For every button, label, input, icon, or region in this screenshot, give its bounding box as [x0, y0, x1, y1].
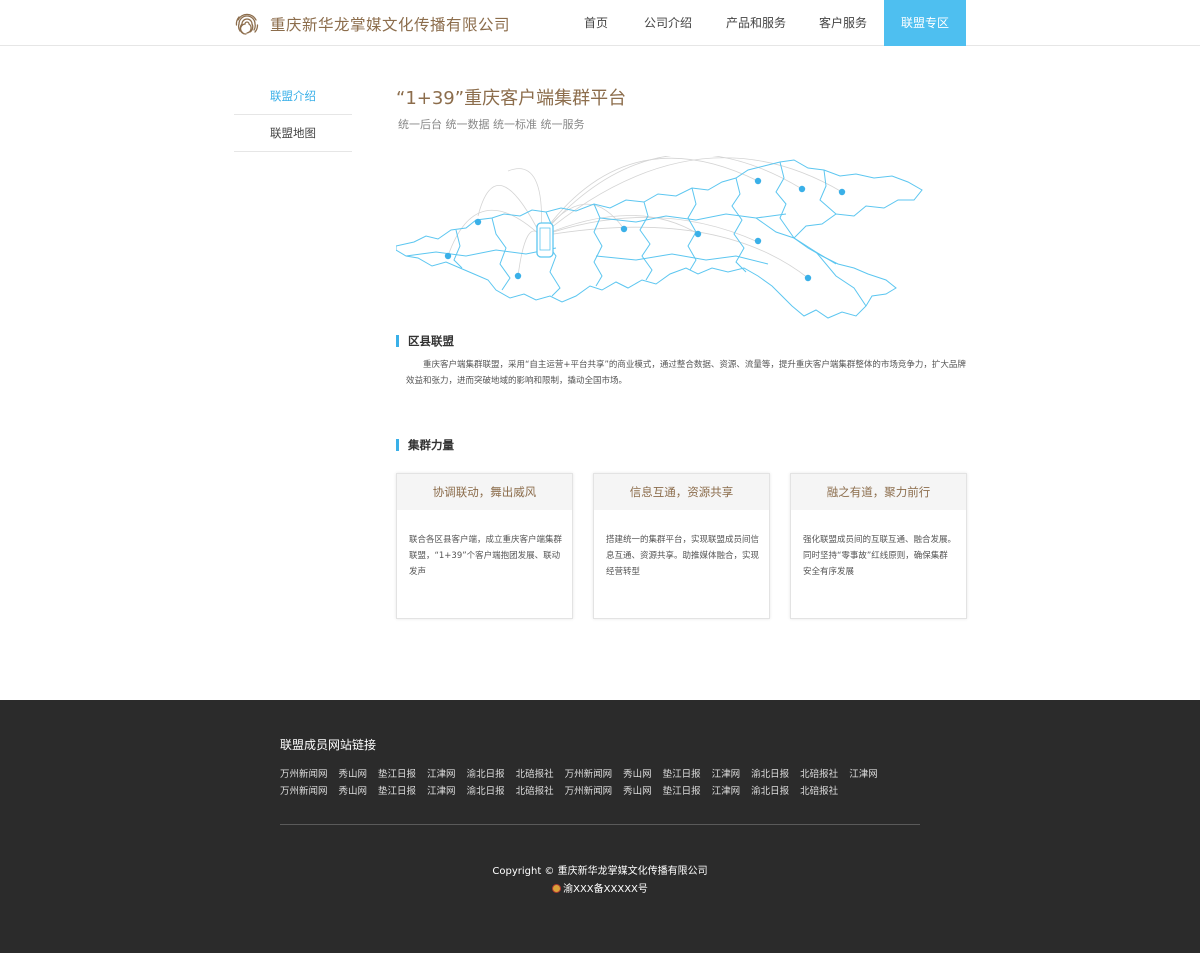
nav-products-services[interactable]: 产品和服务 — [710, 0, 802, 46]
feature-card: 协调联动，舞出威风 联合各区县客户端，成立重庆客户端集群联盟，“1+39”个客户… — [396, 473, 573, 619]
site-footer: 联盟成员网站链接 万州新闻网 秀山网 垫江日报 江津网 渝北日报 北碚报社 万州… — [0, 700, 1200, 953]
footer-divider — [280, 824, 920, 825]
member-link[interactable]: 江津网 — [849, 766, 878, 780]
icp-number: 渝XXX备XXXXX号 — [563, 884, 648, 895]
member-link[interactable]: 北碚报社 — [516, 766, 554, 780]
member-link[interactable]: 秀山网 — [339, 766, 368, 780]
member-link[interactable]: 万州新闻网 — [280, 766, 328, 780]
member-link[interactable]: 渝北日报 — [467, 783, 505, 797]
member-links-row-1: 万州新闻网 秀山网 垫江日报 江津网 渝北日报 北碚报社 万州新闻网 秀山网 垫… — [280, 766, 889, 780]
nav-alliance-zone[interactable]: 联盟专区 — [884, 0, 966, 46]
card-title: 信息互通，资源共享 — [594, 474, 769, 510]
police-badge-icon — [552, 884, 562, 893]
section-title: 集群力量 — [408, 438, 454, 452]
section-district-alliance-heading: 区县联盟 — [396, 334, 454, 348]
member-link[interactable]: 万州新闻网 — [280, 783, 328, 797]
member-link[interactable]: 北碚报社 — [516, 783, 554, 797]
member-link[interactable]: 垫江日报 — [378, 783, 416, 797]
company-name: 重庆新华龙掌媒文化传播有限公司 — [270, 16, 511, 34]
member-link[interactable]: 江津网 — [712, 766, 741, 780]
section-title: 区县联盟 — [408, 334, 454, 348]
nav-company-intro[interactable]: 公司介绍 — [626, 0, 710, 46]
fingerprint-logo-icon — [235, 13, 259, 35]
nav-customer-service[interactable]: 客户服务 — [802, 0, 884, 46]
member-link[interactable]: 垫江日报 — [378, 766, 416, 780]
member-links-title: 联盟成员网站链接 — [280, 738, 377, 752]
page-title: “1+39”重庆客户端集群平台 — [396, 88, 627, 109]
feature-card: 融之有道，聚力前行 强化联盟成员间的互联互通、融合发展。同时坚持“零事故”红线原… — [790, 473, 967, 619]
sidebar: 联盟介绍 联盟地图 — [234, 78, 352, 152]
card-text: 搭建统一的集群平台，实现联盟成员间信息互通、资源共享。助推媒体融合，实现经营转型 — [606, 535, 760, 577]
member-link[interactable]: 渝北日报 — [751, 783, 789, 797]
section-marker — [396, 335, 399, 347]
copyright-text: Copyright © 重庆新华龙掌媒文化传播有限公司 — [492, 866, 708, 877]
page-subtitle: 统一后台 统一数据 统一标准 统一服务 — [398, 118, 585, 131]
member-link[interactable]: 秀山网 — [339, 783, 368, 797]
member-link[interactable]: 垫江日报 — [663, 783, 701, 797]
member-link[interactable]: 江津网 — [427, 783, 456, 797]
member-link[interactable]: 渝北日报 — [751, 766, 789, 780]
member-link[interactable]: 江津网 — [427, 766, 456, 780]
card-text: 联合各区县客户端，成立重庆客户端集群联盟，“1+39”个客户端抱团发展、联动发声 — [409, 535, 563, 577]
feature-card: 信息互通，资源共享 搭建统一的集群平台，实现联盟成员间信息互通、资源共享。助推媒… — [593, 473, 770, 619]
member-link[interactable]: 北碚报社 — [800, 783, 838, 797]
member-link[interactable]: 江津网 — [712, 783, 741, 797]
nav-home[interactable]: 首页 — [566, 0, 626, 46]
feature-cards: 协调联动，舞出威风 联合各区县客户端，成立重庆客户端集群联盟，“1+39”个客户… — [396, 473, 968, 619]
card-title: 融之有道，聚力前行 — [791, 474, 966, 510]
site-header: 重庆新华龙掌媒文化传播有限公司 首页 公司介绍 产品和服务 客户服务 联盟专区 — [0, 0, 1200, 46]
chongqing-map-illustration — [396, 156, 923, 319]
member-link[interactable]: 渝北日报 — [467, 766, 505, 780]
member-links-row-2: 万州新闻网 秀山网 垫江日报 江津网 渝北日报 北碚报社 万州新闻网 秀山网 垫… — [280, 783, 849, 797]
member-link[interactable]: 万州新闻网 — [565, 783, 613, 797]
member-link[interactable]: 秀山网 — [623, 766, 652, 780]
section-marker — [396, 439, 399, 451]
logo[interactable]: 重庆新华龙掌媒文化传播有限公司 — [234, 10, 510, 38]
member-link[interactable]: 北碚报社 — [800, 766, 838, 780]
main-nav: 首页 公司介绍 产品和服务 客户服务 联盟专区 — [566, 0, 966, 46]
sidebar-item-alliance-intro[interactable]: 联盟介绍 — [234, 78, 352, 115]
section-district-alliance-text: 重庆客户端集群联盟，采用“自主运营+平台共享”的商业模式，通过整合数据、资源、流… — [406, 360, 966, 386]
member-link[interactable]: 垫江日报 — [663, 766, 701, 780]
section-cluster-power-heading: 集群力量 — [396, 438, 454, 452]
sidebar-item-alliance-map[interactable]: 联盟地图 — [234, 115, 352, 152]
card-title: 协调联动，舞出威风 — [397, 474, 572, 510]
card-text: 强化联盟成员间的互联互通、融合发展。同时坚持“零事故”红线原则，确保集群安全有序… — [803, 535, 957, 577]
member-link[interactable]: 秀山网 — [623, 783, 652, 797]
icp-record[interactable]: 渝XXX备XXXXX号 — [0, 880, 1200, 895]
member-link[interactable]: 万州新闻网 — [565, 766, 613, 780]
